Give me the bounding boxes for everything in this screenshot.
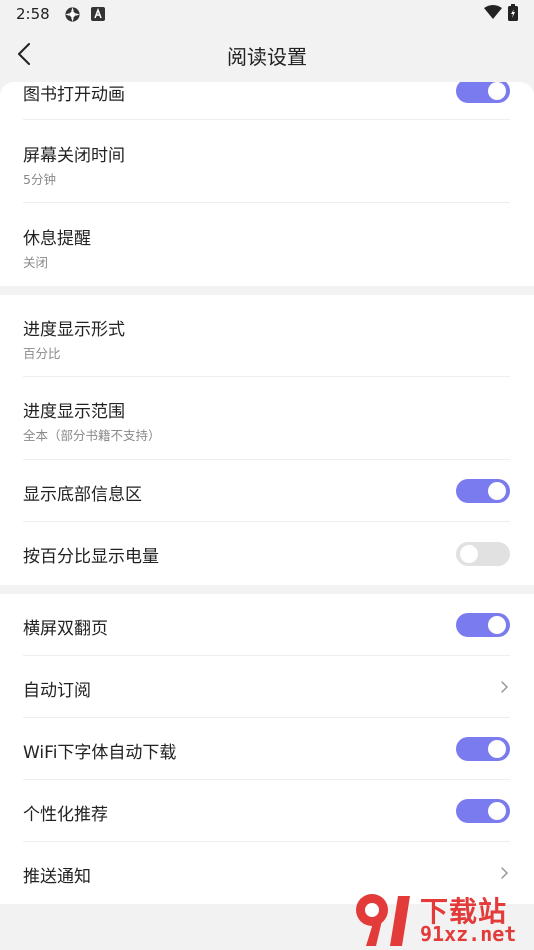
settings-section-3: 横屏双翻页 自动订阅 WiFi下字体自动下载 个性化推荐 推送通知 <box>0 594 534 904</box>
settings-section-1: 图书打开动画 屏幕关闭时间 5分钟 休息提醒 关闭 <box>0 82 534 286</box>
setting-screen-off-time[interactable]: 屏幕关闭时间 5分钟 <box>0 120 534 203</box>
setting-label: 按百分比显示电量 <box>23 547 159 567</box>
setting-label: 屏幕关闭时间 <box>23 146 125 166</box>
toggle-switch[interactable] <box>456 613 510 637</box>
toggle-switch[interactable] <box>456 82 510 103</box>
setting-landscape-double-page[interactable]: 横屏双翻页 <box>0 594 534 656</box>
setting-label: WiFi下字体自动下载 <box>23 743 177 763</box>
a-badge-icon <box>90 7 105 21</box>
setting-value: 关闭 <box>23 255 49 270</box>
setting-value: 全本（部分书籍不支持） <box>23 428 161 443</box>
setting-progress-range[interactable]: 进度显示范围 全本（部分书籍不支持） <box>0 377 534 460</box>
setting-value: 百分比 <box>23 346 61 361</box>
setting-label: 休息提醒 <box>23 229 91 249</box>
setting-label: 推送通知 <box>23 867 91 887</box>
setting-personalized-recommendation[interactable]: 个性化推荐 <box>0 780 534 842</box>
setting-book-open-animation[interactable]: 图书打开动画 <box>0 82 534 120</box>
watermark-91-icon <box>356 894 410 946</box>
status-bar: 2:58 <box>0 0 534 28</box>
setting-rest-reminder[interactable]: 休息提醒 关闭 <box>0 203 534 286</box>
toggle-switch[interactable] <box>456 799 510 823</box>
app-bar: 阅读设置 <box>0 28 534 82</box>
toggle-switch[interactable] <box>456 542 510 566</box>
settings-section-2: 进度显示形式 百分比 进度显示范围 全本（部分书籍不支持） 显示底部信息区 按百… <box>0 295 534 585</box>
setting-label: 显示底部信息区 <box>23 485 142 505</box>
setting-label: 进度显示范围 <box>23 402 125 422</box>
setting-label: 图书打开动画 <box>23 85 125 105</box>
setting-label: 进度显示形式 <box>23 320 125 340</box>
setting-label: 自动订阅 <box>23 681 91 701</box>
watermark-url: 91xz.net <box>420 922 517 946</box>
chevron-right-icon <box>501 867 509 879</box>
chevron-left-icon <box>18 43 30 65</box>
settings-gear-icon <box>64 6 81 23</box>
battery-charging-icon <box>508 3 518 25</box>
setting-progress-format[interactable]: 进度显示形式 百分比 <box>0 295 534 377</box>
setting-wifi-font-download[interactable]: WiFi下字体自动下载 <box>0 718 534 780</box>
status-time: 2:58 <box>16 5 50 23</box>
watermark-logo: 下载站 91xz.net <box>350 890 530 948</box>
toggle-switch[interactable] <box>456 737 510 761</box>
setting-auto-subscribe[interactable]: 自动订阅 <box>0 656 534 718</box>
chevron-right-icon <box>501 681 509 693</box>
setting-battery-percent[interactable]: 按百分比显示电量 <box>0 522 534 585</box>
page-title: 阅读设置 <box>227 44 307 69</box>
setting-label: 个性化推荐 <box>23 805 108 825</box>
setting-label: 横屏双翻页 <box>23 619 108 639</box>
back-button[interactable] <box>10 40 38 68</box>
setting-value: 5分钟 <box>23 172 56 187</box>
wifi-icon <box>484 5 502 23</box>
setting-show-bottom-info[interactable]: 显示底部信息区 <box>0 460 534 522</box>
toggle-switch[interactable] <box>456 479 510 503</box>
